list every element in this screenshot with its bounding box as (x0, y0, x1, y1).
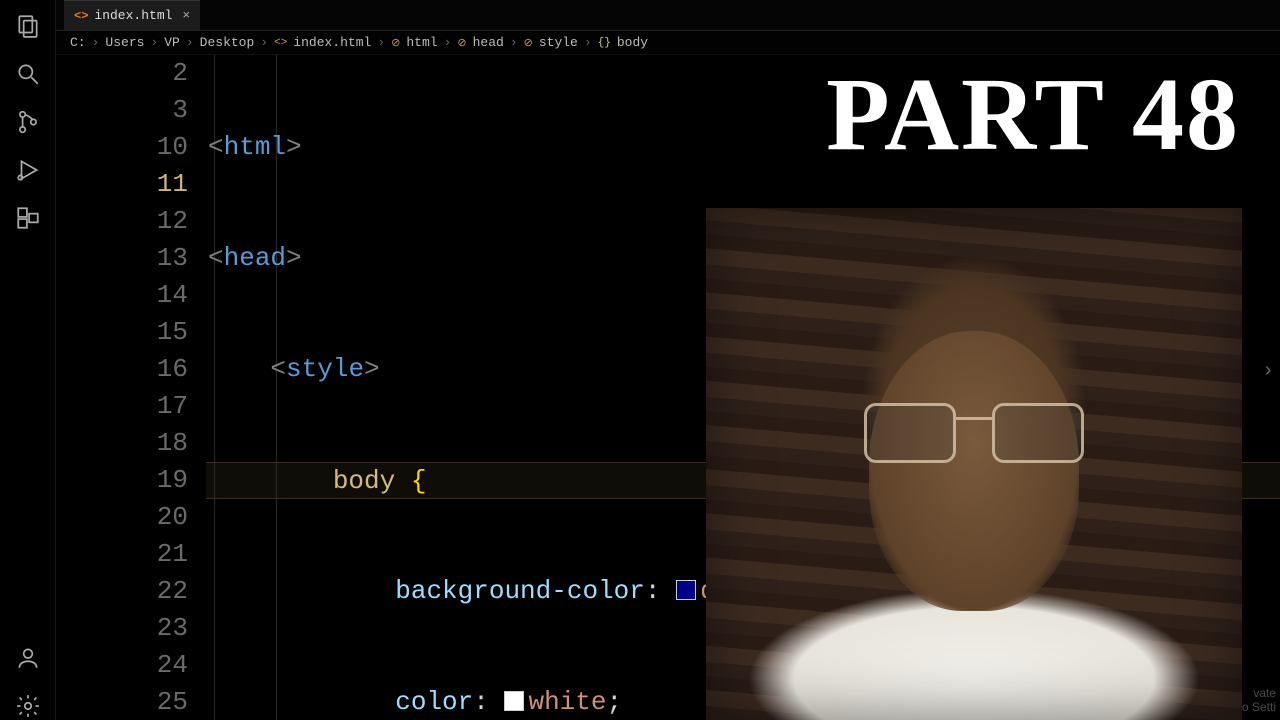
close-icon[interactable]: × (182, 8, 190, 23)
settings-gear-icon[interactable] (14, 692, 42, 720)
crumb[interactable]: Desktop (200, 35, 255, 50)
crumb[interactable]: style (539, 35, 578, 50)
crumb[interactable]: Users (105, 35, 144, 50)
color-swatch-icon (676, 580, 696, 600)
explorer-icon[interactable] (14, 12, 42, 40)
presenter-photo (706, 208, 1242, 720)
crumb[interactable]: index.html (293, 35, 371, 50)
curly-icon: {} (598, 37, 611, 49)
tab-label: index.html (94, 8, 172, 23)
crumb[interactable]: C: (70, 35, 86, 50)
file-icon: <> (274, 37, 287, 49)
tab-bar: <> index.html × (56, 0, 1280, 31)
file-icon: <> (74, 9, 88, 23)
chevron-right-icon[interactable]: › (1262, 360, 1274, 383)
debug-icon[interactable] (14, 156, 42, 184)
crumb[interactable]: html (406, 35, 437, 50)
activity-bar (0, 0, 56, 720)
extensions-icon[interactable] (14, 204, 42, 232)
breadcrumb[interactable]: C:› Users› VP› Desktop› <> index.html› ⊘… (56, 31, 1280, 55)
crumb[interactable]: head (473, 35, 504, 50)
bracket-icon: ⊘ (391, 36, 400, 50)
source-control-icon[interactable] (14, 108, 42, 136)
account-icon[interactable] (14, 644, 42, 672)
color-swatch-icon (504, 691, 524, 711)
crumb[interactable]: VP (164, 35, 180, 50)
activation-watermark: vate o Setti (1242, 686, 1276, 714)
search-icon[interactable] (14, 60, 42, 88)
glasses-icon (864, 403, 1084, 453)
tab-index-html[interactable]: <> index.html × (64, 0, 200, 30)
overlay-title: PART 48 (826, 55, 1240, 174)
bracket-icon: ⊘ (524, 36, 533, 50)
crumb[interactable]: body (617, 35, 648, 50)
bracket-icon: ⊘ (457, 36, 466, 50)
line-gutter: 2 3 10 11 12 13 14 15 16 17 18 19 20 21 … (56, 55, 206, 720)
